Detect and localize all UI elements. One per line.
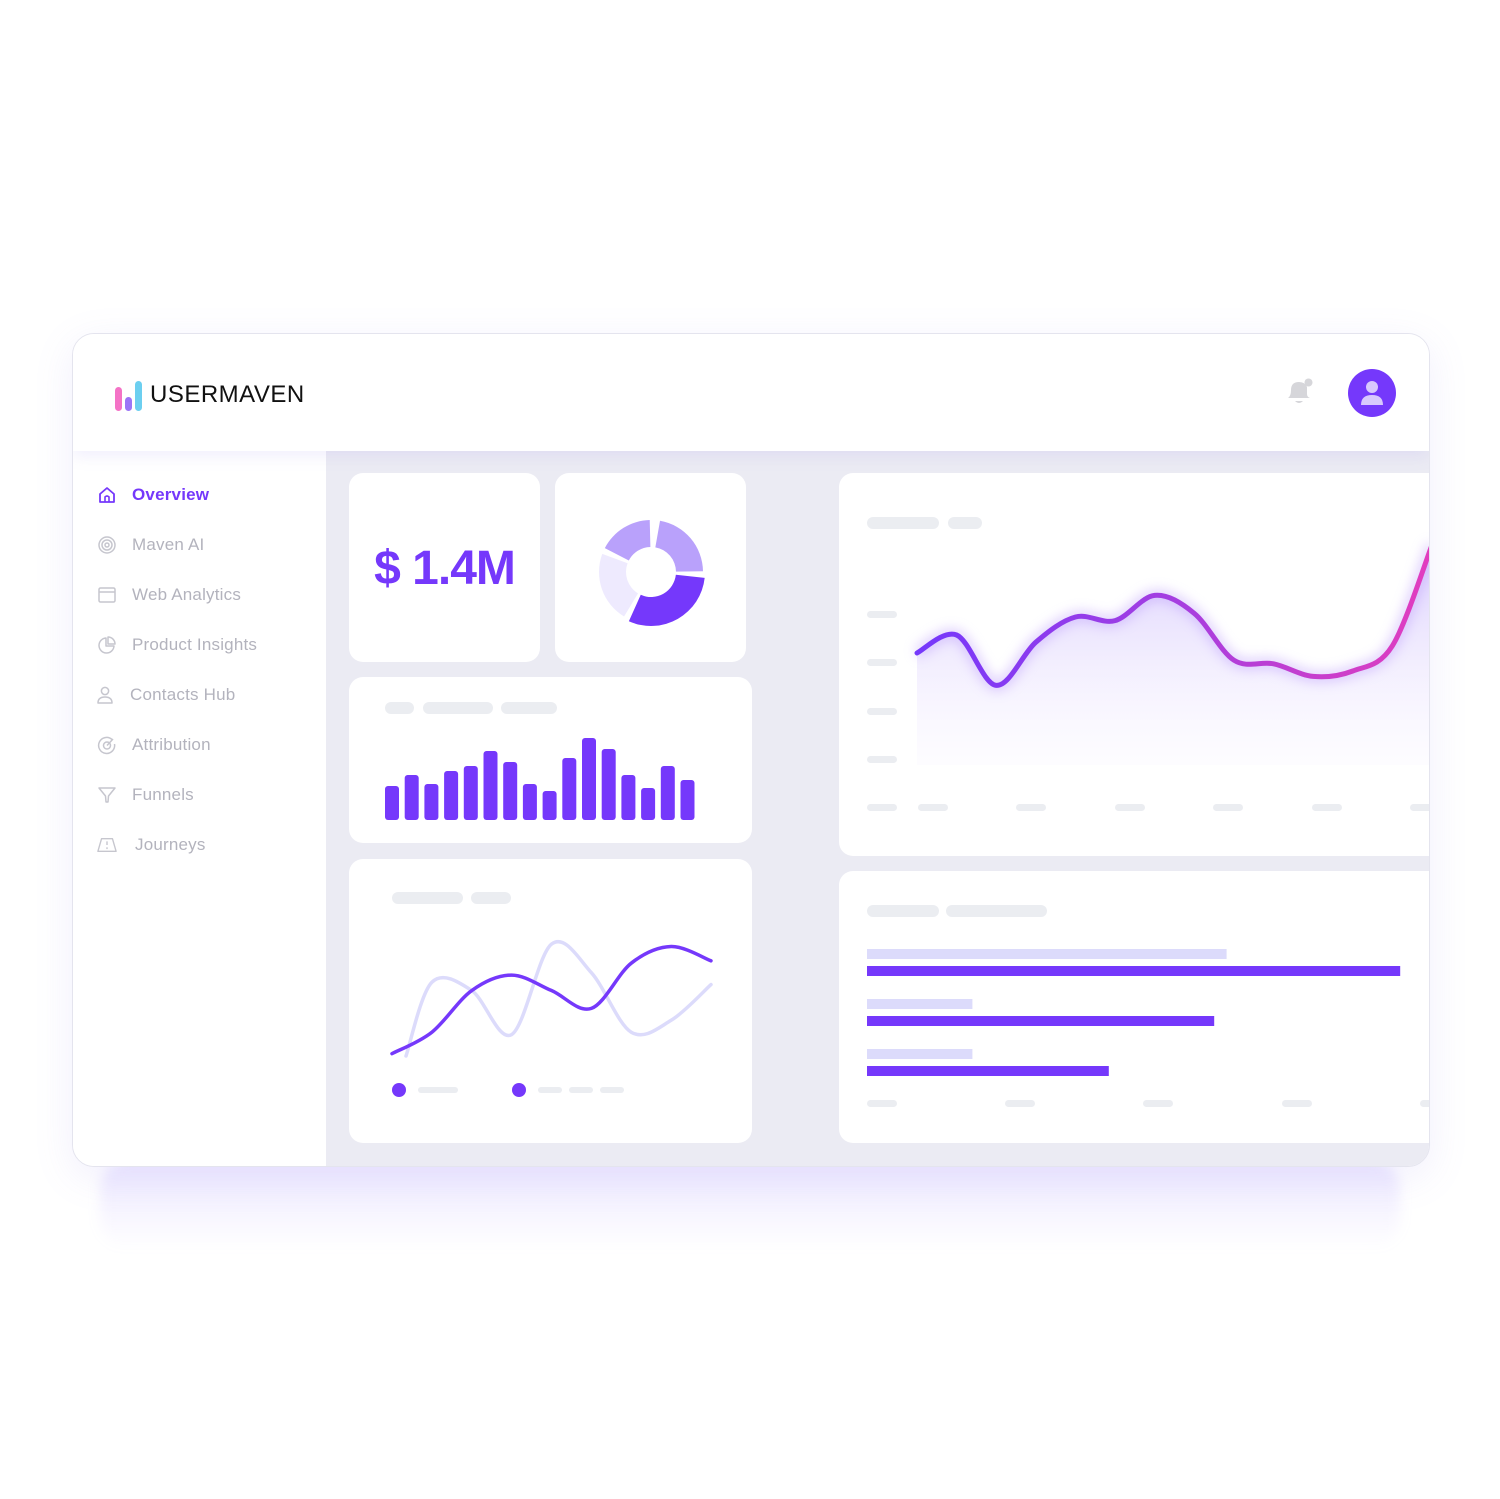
sidebar-item-label: Attribution (132, 735, 211, 754)
donut-slice (655, 520, 703, 572)
x-axis-tick-placeholder (1016, 804, 1046, 811)
legend-label-placeholder (538, 1087, 562, 1093)
sidebar-item-contacts-hub[interactable]: Contacts Hub (95, 680, 235, 710)
horizontal-bar-chart (867, 949, 1429, 1107)
y-axis-tick-placeholder (867, 756, 897, 763)
sidebar-item-label: Maven AI (132, 535, 205, 554)
dual-line-chart-card[interactable] (349, 859, 752, 1143)
kpi-card[interactable]: $ 1.4M (349, 473, 540, 662)
donut-slice (604, 520, 651, 561)
sidebar: Overview Maven AI Web Analytics Product … (73, 451, 326, 1166)
sidebar-item-journeys[interactable]: Journeys (97, 830, 206, 860)
sidebar-item-label: Overview (132, 485, 210, 504)
y-axis-tick-placeholder (867, 804, 897, 811)
x-axis-tick-placeholder (1420, 1100, 1429, 1107)
window-shadow (100, 1160, 1400, 1250)
legend-label-placeholder (600, 1087, 624, 1093)
brand-logo[interactable]: USERMAVEN (115, 379, 305, 411)
sidebar-item-attribution[interactable]: Attribution (97, 730, 211, 760)
column-bar (660, 766, 675, 820)
legend-label-placeholder (569, 1087, 593, 1093)
top-bar: USERMAVEN (73, 334, 1429, 451)
user-icon (1361, 381, 1383, 405)
value-bar (867, 1016, 1215, 1026)
y-axis-tick-placeholder (867, 659, 897, 666)
column-bar (463, 766, 478, 820)
kpi-value: $ 1.4M (374, 542, 516, 595)
sidebar-item-maven-ai[interactable]: Maven AI (97, 530, 204, 560)
main-line-chart-card[interactable] (839, 473, 1429, 856)
sidebar-item-label: Journeys (135, 835, 206, 854)
area-fill (917, 553, 1429, 765)
x-axis-tick-placeholder (918, 804, 948, 811)
dual-line-chart (390, 940, 713, 1097)
sidebar-item-funnels[interactable]: Funnels (97, 780, 194, 810)
value-bar (867, 966, 1401, 976)
sidebar-item-label: Product Insights (132, 635, 258, 654)
brand-name: USERMAVEN (150, 381, 305, 408)
sidebar-item-label: Funnels (132, 785, 194, 804)
pie-chart-icon (97, 635, 117, 655)
column-bar (404, 775, 419, 820)
reference-bar (867, 949, 1227, 959)
primary-series-line (390, 944, 713, 1056)
column-bar (542, 791, 557, 820)
target-rings-icon (97, 535, 117, 555)
legend-dot (512, 1083, 526, 1097)
column-bar (483, 751, 498, 820)
profile-avatar[interactable] (1348, 369, 1396, 417)
reference-bar (867, 1049, 973, 1059)
column-bar (601, 749, 616, 820)
donut-chart (599, 520, 705, 626)
home-icon (97, 485, 117, 505)
donut-card[interactable] (555, 473, 746, 662)
secondary-series-line (404, 940, 713, 1058)
sidebar-item-overview[interactable]: Overview (97, 480, 209, 510)
donut-slice (628, 574, 705, 626)
value-bar (867, 1066, 1109, 1076)
column-bar (522, 784, 537, 820)
person-icon (95, 685, 115, 705)
sidebar-item-label: Contacts Hub (130, 685, 236, 704)
browser-window-icon (97, 585, 117, 605)
road-sign-icon (97, 835, 117, 855)
main-line-chart (867, 543, 1429, 811)
sidebar-item-web-analytics[interactable]: Web Analytics (97, 580, 241, 610)
column-chart-card[interactable] (349, 677, 752, 843)
x-axis-tick-placeholder (1005, 1100, 1035, 1107)
logo-mark-icon (115, 379, 142, 411)
column-bar (641, 788, 656, 820)
column-chart (385, 738, 695, 820)
column-bar (385, 786, 399, 820)
bell-icon (1288, 378, 1313, 403)
y-axis-tick-placeholder (867, 708, 897, 715)
column-bar (582, 738, 596, 820)
app-window: USERMAVEN Overview Maven AI Web Analytic… (72, 333, 1430, 1167)
horizontal-bar-chart-card[interactable] (839, 871, 1429, 1143)
column-bar (424, 784, 439, 820)
funnel-icon (97, 785, 117, 805)
dashboard-area: $ 1.4M (326, 451, 1429, 1166)
x-axis-tick-placeholder (1213, 804, 1243, 811)
legend-dot (392, 1083, 406, 1097)
x-axis-tick-placeholder (1115, 804, 1145, 811)
column-bar (444, 771, 459, 820)
column-bar (680, 780, 695, 820)
x-axis-tick-placeholder (1282, 1100, 1312, 1107)
x-axis-tick-placeholder (1312, 804, 1342, 811)
y-axis-tick-placeholder (867, 611, 897, 618)
sidebar-item-label: Web Analytics (132, 585, 242, 604)
column-bar (562, 758, 577, 820)
x-axis-tick-placeholder (867, 1100, 897, 1107)
x-axis-tick-placeholder (1143, 1100, 1173, 1107)
column-bar (503, 762, 518, 820)
x-axis-tick-placeholder (1410, 804, 1429, 811)
legend-label-placeholder (418, 1087, 458, 1093)
sidebar-item-product-insights[interactable]: Product Insights (97, 630, 257, 660)
reference-bar (867, 999, 973, 1009)
target-arrow-icon (97, 735, 117, 755)
notifications-button[interactable] (1283, 376, 1317, 410)
column-bar (621, 775, 636, 820)
donut-slice (599, 553, 639, 617)
